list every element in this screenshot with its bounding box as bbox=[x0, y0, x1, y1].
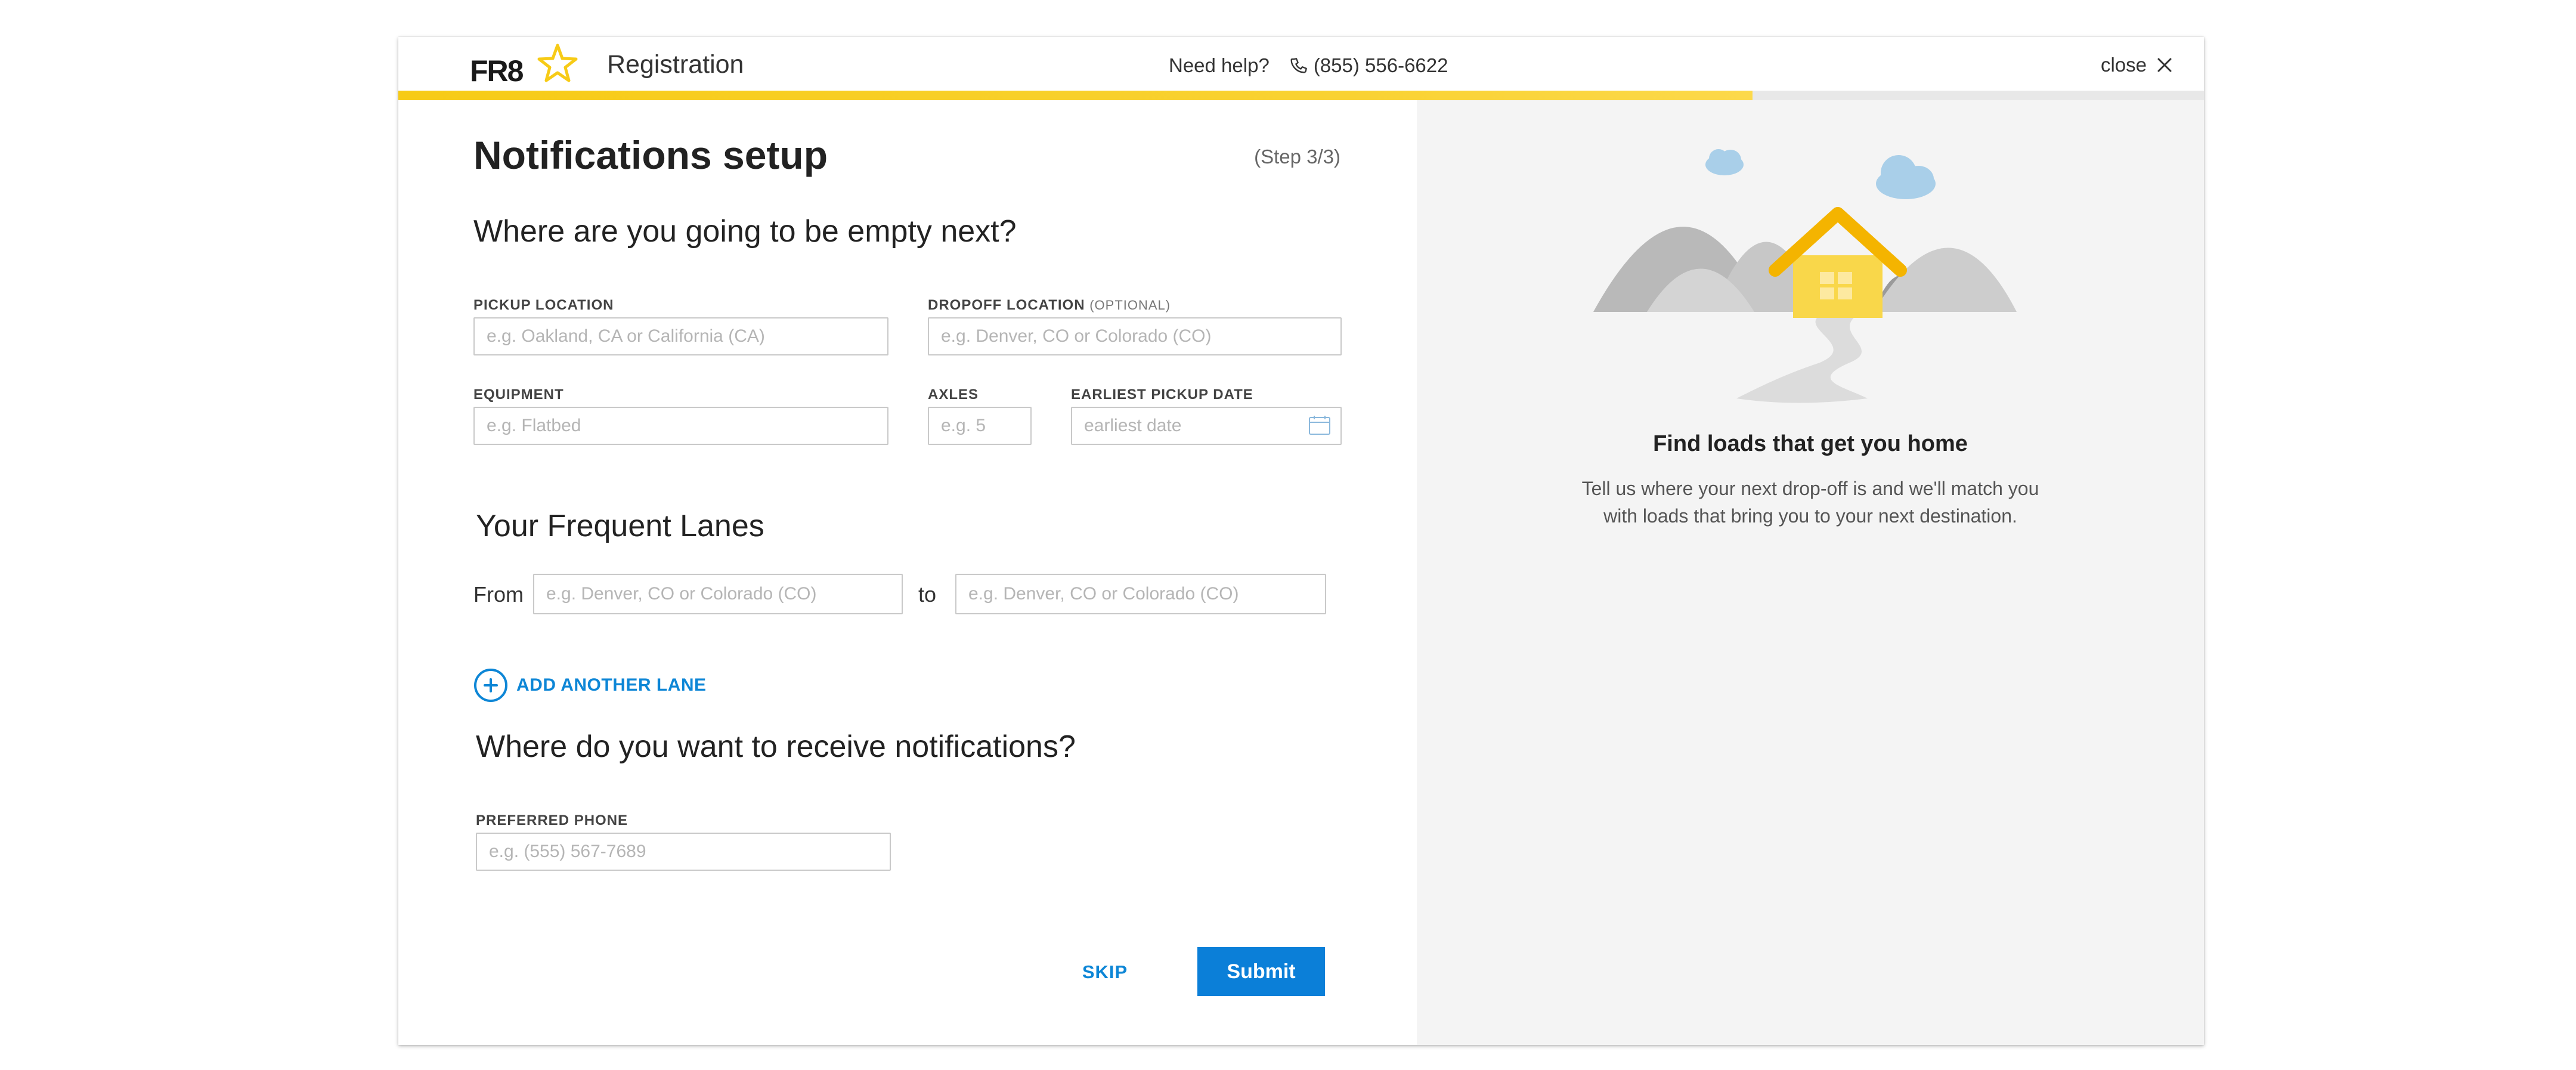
progress-bar bbox=[398, 91, 2204, 100]
add-another-lane-label: ADD ANOTHER LANE bbox=[516, 675, 707, 695]
plus-circle-icon bbox=[474, 669, 507, 702]
submit-button[interactable]: Submit bbox=[1197, 947, 1325, 996]
to-label: to bbox=[918, 582, 937, 607]
help-label: Need help? bbox=[1169, 54, 1270, 76]
pickup-location-input[interactable] bbox=[473, 317, 888, 355]
earliest-pickup-date-label: EARLIEST PICKUP DATE bbox=[1071, 386, 1253, 403]
pickup-location-label: PICKUP LOCATION bbox=[473, 297, 614, 313]
axles-label: AXLES bbox=[928, 386, 979, 403]
date-picker[interactable] bbox=[1071, 407, 1342, 445]
equipment-input[interactable] bbox=[473, 407, 888, 445]
dropoff-location-label: DROPOFF LOCATION (OPTIONAL) bbox=[928, 297, 1171, 314]
lane-from-input[interactable] bbox=[533, 574, 903, 614]
step-indicator: (Step 3/3) bbox=[1254, 146, 1340, 168]
info-title: Find loads that get you home bbox=[1653, 431, 1968, 456]
skip-button[interactable]: SKIP bbox=[1066, 954, 1144, 990]
close-button[interactable]: close bbox=[2101, 54, 2173, 76]
preferred-phone-label: PREFERRED PHONE bbox=[476, 812, 628, 828]
registration-modal: FR8 Registration Need help? (855) 556-66… bbox=[398, 37, 2204, 1045]
header-title: Registration bbox=[607, 50, 744, 79]
phone-icon bbox=[1290, 58, 1307, 73]
notifications-form: Notifications setup (Step 3/3) Where are… bbox=[398, 100, 1417, 1045]
preferred-phone-input[interactable] bbox=[476, 833, 891, 871]
axles-input[interactable] bbox=[928, 407, 1032, 445]
star-icon bbox=[537, 44, 578, 82]
info-description: Tell us where your next drop-off is and … bbox=[1581, 478, 2039, 527]
close-label: close bbox=[2100, 54, 2147, 76]
earliest-pickup-date-input[interactable] bbox=[1071, 407, 1342, 445]
dropoff-label-text: DROPOFF LOCATION bbox=[928, 297, 1085, 313]
help-phone-number[interactable]: (855) 556-6622 bbox=[1314, 54, 1448, 77]
progress-bar-fill bbox=[398, 91, 1753, 100]
dropoff-location-input[interactable] bbox=[928, 317, 1342, 355]
add-another-lane-button[interactable]: ADD ANOTHER LANE bbox=[473, 668, 707, 703]
empty-next-heading: Where are you going to be empty next? bbox=[473, 214, 1017, 249]
equipment-label: EQUIPMENT bbox=[473, 386, 564, 403]
lane-to-input[interactable] bbox=[955, 574, 1326, 614]
house-mountains-illustration bbox=[1593, 149, 2017, 403]
logo-text: FR8 bbox=[470, 54, 524, 88]
close-icon bbox=[2157, 58, 2172, 72]
calendar-icon[interactable] bbox=[1308, 415, 1331, 435]
help-contact: Need help? (855) 556-6622 bbox=[1169, 54, 1448, 78]
info-panel: Find loads that get you home Tell us whe… bbox=[1417, 100, 2204, 1045]
from-label: From bbox=[473, 582, 524, 607]
page-title: Notifications setup bbox=[473, 133, 828, 177]
notifications-heading: Where do you want to receive notificatio… bbox=[476, 729, 1076, 764]
fr8-logo: FR8 bbox=[470, 43, 583, 88]
header: FR8 Registration Need help? (855) 556-66… bbox=[398, 37, 2204, 100]
frequent-lanes-heading: Your Frequent Lanes bbox=[476, 509, 764, 543]
optional-tag: (OPTIONAL) bbox=[1089, 298, 1171, 313]
